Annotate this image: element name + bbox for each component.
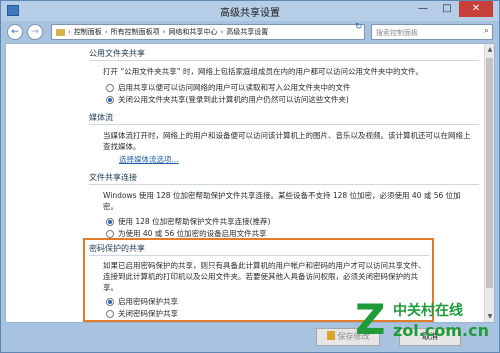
divider — [89, 255, 429, 256]
back-button[interactable]: ← — [7, 24, 23, 40]
radio-label: 启用密码保护共享 — [118, 297, 178, 306]
watermark-cn: 中关村在线 — [393, 303, 463, 319]
radio-indicator — [106, 95, 114, 104]
radio-indicator — [106, 297, 114, 306]
divider — [89, 60, 479, 61]
vertical-scrollbar[interactable]: ▲ ▼ — [484, 44, 494, 322]
watermark-z: Z — [355, 295, 386, 344]
radio-indicator — [106, 309, 114, 318]
title-bar: 高级共享设置 — □ ✕ — [1, 1, 499, 21]
minimize-button[interactable]: — — [411, 1, 435, 17]
address-bar[interactable]: › 控制面板 › 所有控制面板项 › 网络和共享中心 › 高级共享设置 — [51, 24, 365, 40]
breadcrumb-advanced-sharing[interactable]: 高级共享设置 — [226, 27, 268, 37]
divider — [89, 184, 479, 185]
public-folder-description: 打开 “公用文件夹共享” 时，网络上包括家庭组成员在内的用户都可以访问公用文件夹… — [103, 67, 424, 76]
radio-indicator — [106, 83, 114, 92]
radio-indicator — [106, 229, 114, 238]
radio-label: 使用 128 位加密帮助保护文件共享连接(推荐) — [118, 217, 271, 226]
divider — [89, 124, 479, 125]
section-title-file-sharing: 文件共享连接 — [89, 173, 137, 182]
radio-disable-public-sharing[interactable]: 关闭公用文件夹共享(登录到此计算机的用户仍然可以访问这些文件夹) — [106, 94, 349, 105]
section-title-public-folder: 公用文件夹共享 — [89, 49, 145, 58]
scroll-thumb[interactable] — [486, 58, 493, 288]
scroll-up-icon[interactable]: ▲ — [486, 46, 494, 53]
settings-content: 公用文件夹共享 打开 “公用文件夹共享” 时，网络上包括家庭组成员在内的用户都可… — [5, 43, 495, 323]
window: 高级共享设置 — □ ✕ ← → › 控制面板 › 所有控制面板项 › 网络和共… — [0, 0, 500, 353]
breadcrumb-separator: › — [162, 28, 166, 36]
radio-128bit-encryption[interactable]: 使用 128 位加密帮助保护文件共享连接(推荐) — [106, 216, 270, 227]
zol-watermark-logo: Z 中关村在线 zol.com.cn — [353, 297, 498, 351]
search-placeholder: 搜索控制面板 — [376, 29, 418, 37]
navigation-bar: ← → › 控制面板 › 所有控制面板项 › 网络和共享中心 › 高级共享设置 … — [5, 22, 495, 42]
radio-enable-password-sharing[interactable]: 启用密码保护共享 — [106, 296, 178, 307]
close-button[interactable]: ✕ — [459, 1, 493, 17]
breadcrumb-network-center[interactable]: 网络和共享中心 — [168, 27, 217, 37]
file-sharing-description: Windows 使用 128 位加密帮助保护文件共享连接。某些设备不支持 128… — [103, 191, 461, 211]
media-options-link[interactable]: 选择媒体流选项... — [119, 154, 179, 165]
breadcrumb-separator: › — [220, 28, 224, 36]
search-input[interactable]: 搜索控制面板 ⌕ — [371, 24, 493, 40]
refresh-icon: ↻ — [355, 22, 363, 32]
search-icon: ⌕ — [483, 26, 489, 36]
maximize-button[interactable]: □ — [435, 1, 459, 17]
password-description: 如果已启用密码保护的共享，则只有具备此计算机的用户帐户和密码的用户才可以访问共享… — [103, 261, 426, 292]
section-title-media: 媒体流 — [89, 113, 113, 122]
media-description: 当媒体流打开时，网络上的用户和设备便可以访问该计算机上的图片、音乐以及视频。该计… — [103, 131, 471, 151]
radio-indicator — [106, 217, 114, 226]
folder-icon — [56, 28, 65, 36]
breadcrumb-separator: › — [68, 28, 71, 36]
breadcrumb-separator: › — [104, 28, 108, 36]
radio-enable-public-sharing[interactable]: 启用共享以便可以访问网络的用户可以读取和写入公用文件夹中的文件 — [106, 82, 351, 93]
watermark-en: zol.com.cn — [393, 321, 489, 340]
breadcrumb-control-panel[interactable]: 控制面板 — [74, 27, 102, 37]
radio-label: 启用共享以便可以访问网络的用户可以读取和写入公用文件夹中的文件 — [118, 83, 351, 92]
refresh-button[interactable]: ↻ — [355, 22, 369, 36]
radio-disable-password-sharing[interactable]: 关闭密码保护共享 — [106, 308, 178, 319]
shield-icon — [326, 331, 335, 340]
section-title-password: 密码保护的共享 — [89, 244, 145, 253]
breadcrumb-all-items[interactable]: 所有控制面板项 — [111, 27, 160, 37]
forward-button[interactable]: → — [27, 24, 43, 40]
radio-label: 关闭密码保护共享 — [118, 309, 178, 318]
window-controls: — □ ✕ — [411, 1, 493, 17]
radio-label: 关闭公用文件夹共享(登录到此计算机的用户仍然可以访问这些文件夹) — [118, 95, 349, 104]
